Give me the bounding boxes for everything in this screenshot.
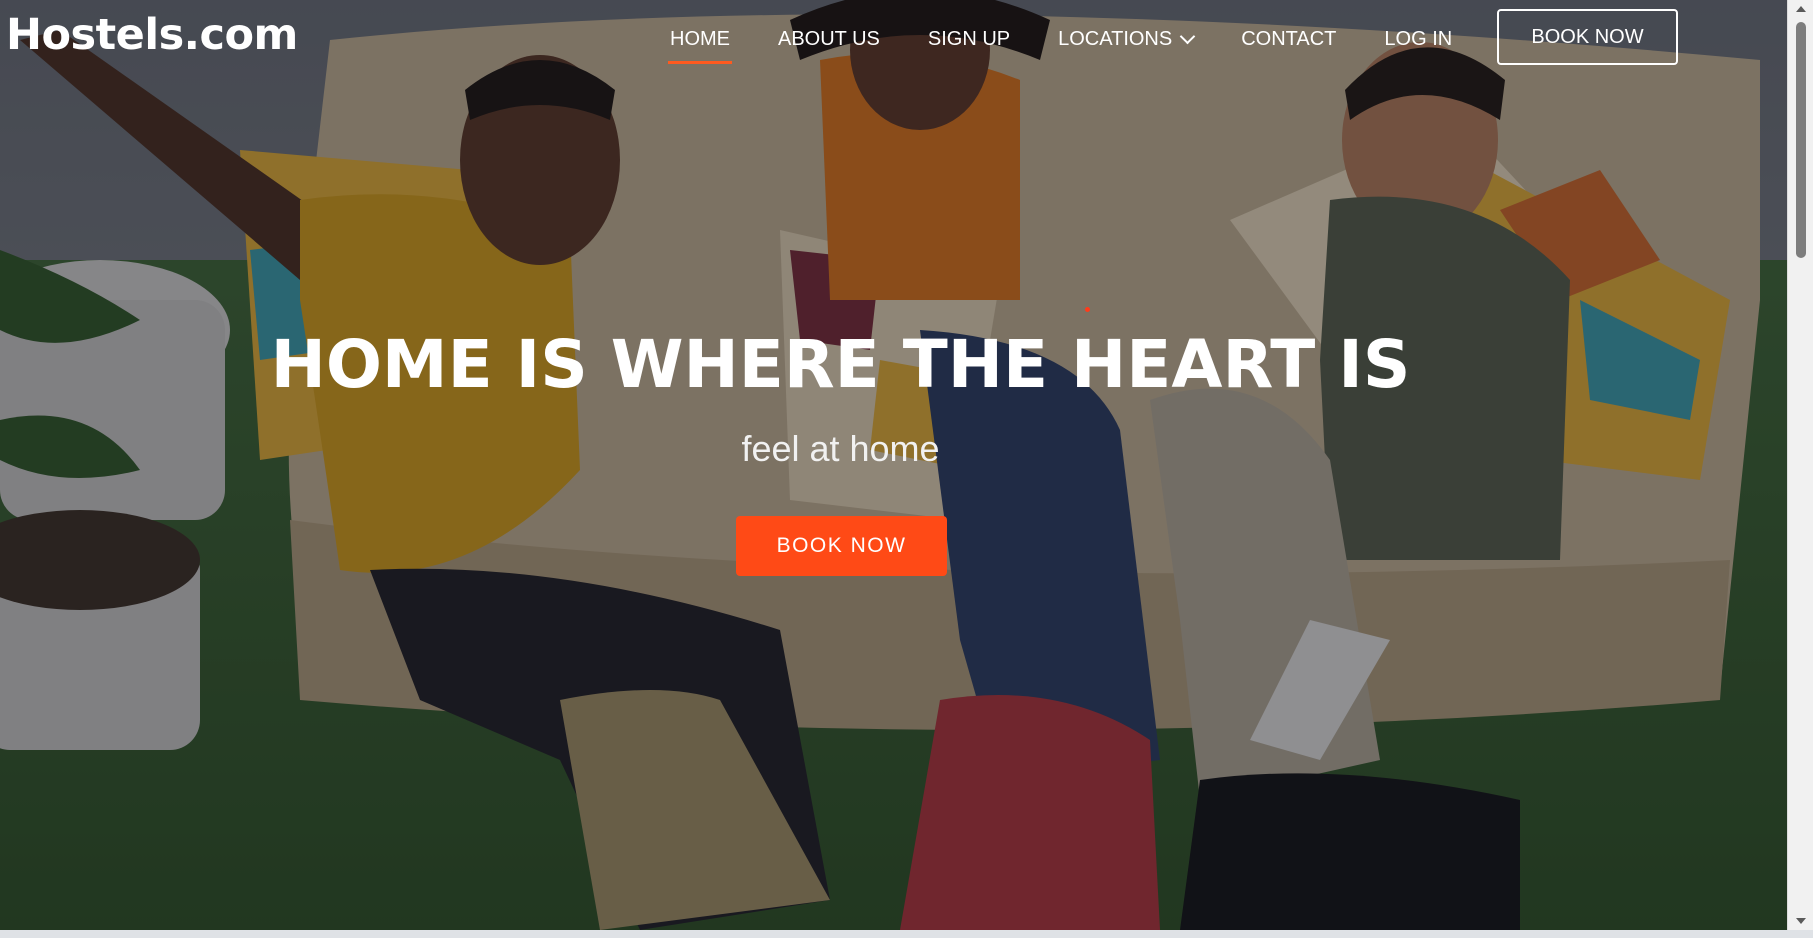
nav-link-locations[interactable]: LOCATIONS xyxy=(1058,24,1196,54)
nav-item-about: ABOUT US xyxy=(778,24,928,54)
nav-item-locations: LOCATIONS xyxy=(1058,24,1241,54)
nav-link-sign-up[interactable]: SIGN UP xyxy=(928,24,1010,54)
nav-link-locations-label: LOCATIONS xyxy=(1058,27,1173,50)
scroll-down-arrow-icon[interactable] xyxy=(1796,918,1806,924)
hero-subtitle: feel at home xyxy=(741,428,940,469)
brand-logo[interactable]: Hostels.com xyxy=(6,10,298,60)
cursor-dot xyxy=(1085,307,1090,312)
page-viewport: Hostels.com HOME ABOUT US SIGN UP LOCATI… xyxy=(0,0,1787,930)
scrollbar-thumb[interactable] xyxy=(1796,22,1806,258)
nav-menu: HOME ABOUT US SIGN UP LOCATIONS CONTACT … xyxy=(668,24,1500,64)
scroll-up-arrow-icon[interactable] xyxy=(1796,6,1806,12)
vertical-scrollbar[interactable] xyxy=(1787,0,1813,930)
nav-item-contact: CONTACT xyxy=(1241,24,1384,54)
hero-book-now-button[interactable]: BOOK NOW xyxy=(736,516,947,576)
nav-item-login: LOG IN xyxy=(1384,24,1500,54)
horizontal-scrollbar[interactable] xyxy=(0,930,1813,938)
nav-link-contact[interactable]: CONTACT xyxy=(1241,24,1336,54)
nav-item-home: HOME xyxy=(668,24,778,64)
nav-link-home[interactable]: HOME xyxy=(668,24,732,64)
nav-book-now-button[interactable]: BOOK NOW xyxy=(1497,9,1678,65)
nav-item-signup: SIGN UP xyxy=(928,24,1058,54)
hero-title: HOME IS WHERE THE HEART IS xyxy=(270,326,1411,403)
top-navbar: Hostels.com HOME ABOUT US SIGN UP LOCATI… xyxy=(0,0,1787,76)
nav-link-log-in[interactable]: LOG IN xyxy=(1384,24,1452,54)
chevron-down-icon xyxy=(1179,28,1196,44)
nav-link-about-us[interactable]: ABOUT US xyxy=(778,24,880,54)
